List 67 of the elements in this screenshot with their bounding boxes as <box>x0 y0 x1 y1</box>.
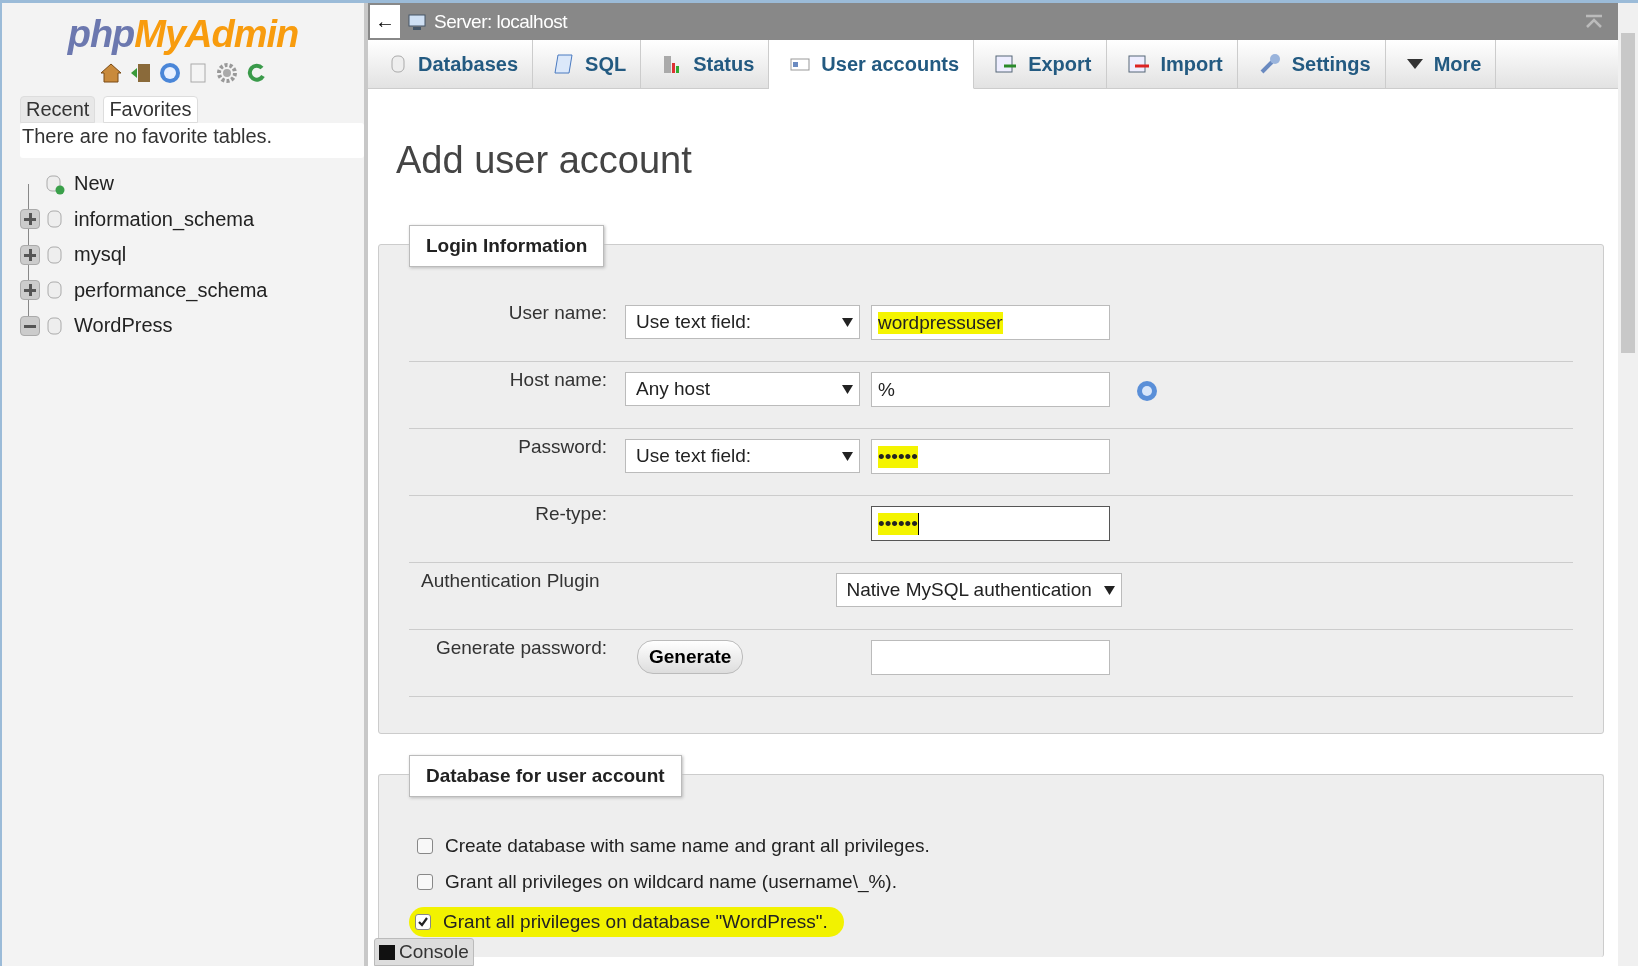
database-icon <box>388 54 408 74</box>
field-label: Password: <box>517 435 607 458</box>
dropdown[interactable]: Native MySQL authentication <box>835 573 1122 607</box>
tree-item[interactable]: mysql <box>74 243 127 267</box>
help-icon[interactable] <box>159 62 181 84</box>
caret-icon <box>842 317 853 327</box>
new-database-icon <box>44 172 66 195</box>
dropdown[interactable]: Any host <box>625 372 860 406</box>
console-button[interactable]: Console <box>374 938 474 966</box>
input-field[interactable]: •••••• <box>871 439 1110 474</box>
field-label: User name: <box>507 301 607 324</box>
section-legend: Database for user account <box>409 755 682 797</box>
collapse-icon[interactable] <box>1584 13 1604 30</box>
checkbox-label[interactable]: Grant all privileges on wildcard name (username\_%). <box>445 871 897 893</box>
nav-tab[interactable]: User accounts <box>769 40 975 89</box>
field-label: Generate password: <box>434 636 607 659</box>
expand-toggle[interactable] <box>20 315 40 336</box>
id-card-icon <box>789 55 812 73</box>
input-field[interactable]: wordpressuser <box>871 305 1110 340</box>
nav-tab[interactable]: Databases <box>368 40 534 88</box>
nav-tab[interactable]: More <box>1385 40 1497 88</box>
scrollbar[interactable] <box>1618 3 1638 966</box>
caret-icon <box>1103 585 1115 595</box>
tree-item[interactable]: New <box>74 172 114 196</box>
server-title: Server: localhost <box>434 10 567 33</box>
nav-tab[interactable]: Import <box>1106 40 1238 88</box>
field-label: Host name: <box>508 368 607 391</box>
door-icon[interactable] <box>129 62 153 84</box>
settings-icon[interactable] <box>215 62 239 84</box>
favorites-message: There are no favorite tables. <box>20 123 364 158</box>
home-icon[interactable] <box>99 62 123 84</box>
caret-icon <box>1405 58 1424 70</box>
scroll-icon <box>553 53 576 75</box>
help-icon[interactable] <box>1136 380 1158 402</box>
sidebar-tab[interactable]: Favorites <box>103 96 198 123</box>
page-heading: Add user account <box>396 139 693 182</box>
nav-tab[interactable]: Settings <box>1237 40 1386 88</box>
section-legend: Login Information <box>409 225 605 267</box>
checkbox[interactable] <box>417 874 433 890</box>
caret-icon <box>842 384 853 394</box>
tree-item[interactable]: information_schema <box>74 207 255 231</box>
checkbox-label[interactable]: Create database with same name and grant all privileges. <box>445 835 930 857</box>
input-field[interactable]: % <box>871 372 1110 407</box>
reload-icon[interactable] <box>245 62 267 84</box>
nav-tab[interactable]: SQL <box>533 40 642 88</box>
checkbox[interactable] <box>417 838 433 854</box>
sidebar-tab[interactable]: Recent <box>20 96 96 123</box>
nav-tab[interactable]: Export <box>974 40 1107 88</box>
generate-button[interactable]: Generate <box>637 640 744 674</box>
server-icon <box>406 11 428 32</box>
dropdown[interactable]: Use text field: <box>625 439 860 473</box>
dropdown[interactable]: Use text field: <box>625 305 860 339</box>
input-field[interactable]: •••••• <box>871 506 1110 541</box>
expand-toggle[interactable] <box>20 244 40 265</box>
caret-icon <box>842 451 853 461</box>
back-button[interactable]: ← <box>370 5 400 38</box>
field-label: Re-type: <box>534 502 607 525</box>
export-icon <box>994 53 1019 75</box>
checkbox[interactable] <box>415 914 431 930</box>
tree-item[interactable]: performance_schema <box>74 278 268 302</box>
tree-item[interactable]: WordPress <box>74 314 173 338</box>
import-icon <box>1126 53 1151 75</box>
input-field[interactable] <box>871 640 1110 675</box>
field-label: Authentication Plugin <box>421 569 600 592</box>
expand-toggle[interactable] <box>20 280 40 301</box>
expand-toggle[interactable] <box>20 209 40 230</box>
logo: phpMyAdmin <box>67 13 299 56</box>
